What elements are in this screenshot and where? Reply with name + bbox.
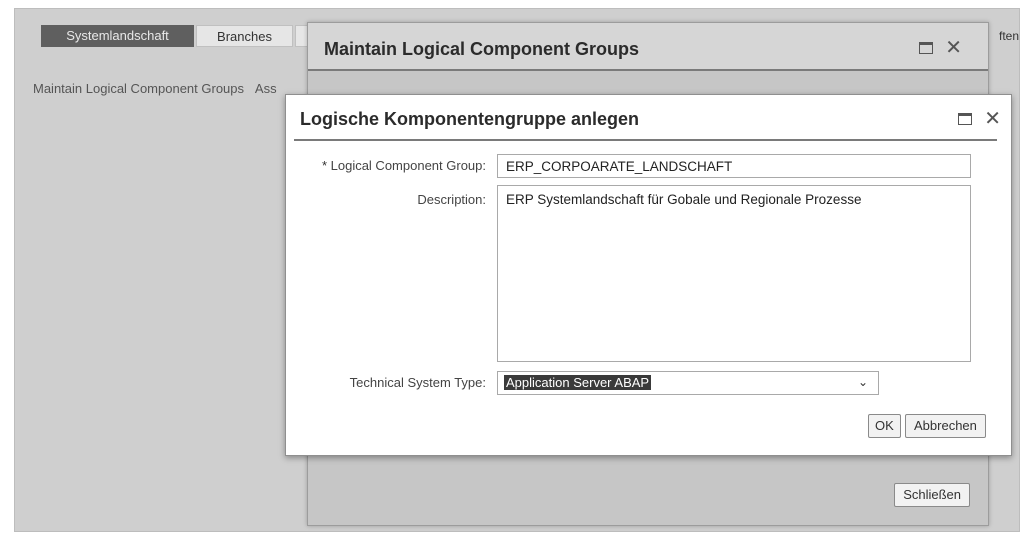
maximize-icon[interactable]: [919, 42, 934, 54]
subnav-item-maintain-groups[interactable]: Maintain Logical Component Groups: [33, 81, 244, 96]
group-label: * Logical Component Group:: [296, 158, 486, 173]
system-type-select[interactable]: Application Server ABAP ⌄: [497, 371, 879, 395]
dialog-header: Maintain Logical Component Groups ✕: [308, 23, 988, 71]
subnav-item-partial[interactable]: Ass: [255, 81, 277, 96]
subnav: Maintain Logical Component Groups Ass: [33, 81, 285, 96]
tab-branches[interactable]: Branches: [196, 25, 293, 47]
create-group-dialog: Logische Komponentengruppe anlegen ✕ * L…: [285, 94, 1012, 456]
close-icon[interactable]: ✕: [945, 38, 962, 58]
required-marker: *: [321, 158, 327, 173]
cancel-button[interactable]: Abbrechen: [905, 414, 986, 438]
system-type-label: Technical System Type:: [349, 375, 486, 390]
window-controls: ✕: [919, 38, 962, 58]
header-divider: [294, 139, 997, 141]
ok-button[interactable]: OK: [868, 414, 901, 438]
close-icon[interactable]: ✕: [984, 109, 1001, 129]
tab-systemlandschaft[interactable]: Systemlandschaft: [41, 25, 194, 47]
window-controls: ✕: [958, 109, 1001, 129]
tab-right-partial-label[interactable]: ften: [999, 29, 1019, 43]
maximize-icon[interactable]: [958, 113, 973, 125]
close-dialog-button[interactable]: Schließen: [894, 483, 970, 507]
dialog-title: Maintain Logical Component Groups: [324, 39, 639, 59]
logical-component-group-input[interactable]: ERP_CORPOARATE_LANDSCHAFT: [497, 154, 971, 178]
system-type-value: Application Server ABAP: [504, 375, 652, 390]
description-label: Description:: [417, 192, 486, 207]
group-label-text: Logical Component Group:: [330, 158, 486, 173]
description-textarea[interactable]: ERP Systemlandschaft für Gobale und Regi…: [497, 185, 971, 362]
dialog-title: Logische Komponentengruppe anlegen: [300, 109, 640, 129]
chevron-down-icon[interactable]: ⌄: [858, 375, 868, 389]
